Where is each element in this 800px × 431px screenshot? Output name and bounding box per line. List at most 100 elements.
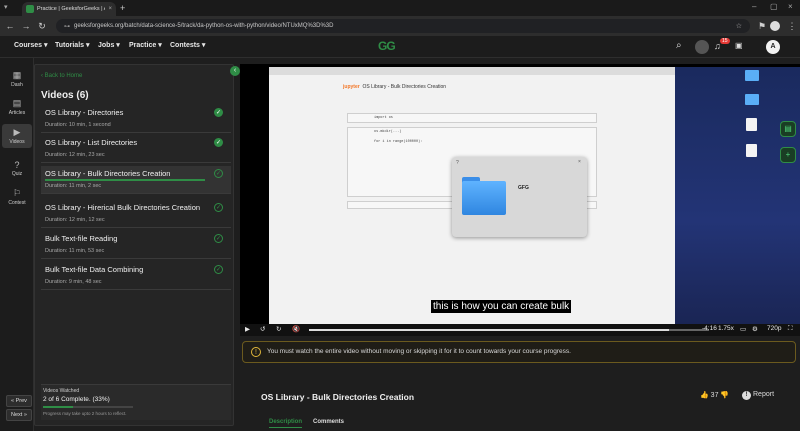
back-arrow-icon[interactable]: ← xyxy=(4,20,16,32)
time-remaining: -4:16 xyxy=(702,325,717,332)
completed-check-icon: ✓ xyxy=(214,108,223,117)
video-item-5[interactable]: Bulk Text-file Reading Duration: 11 min,… xyxy=(41,231,231,259)
minimize-icon[interactable]: – xyxy=(752,2,756,11)
avatar[interactable]: A xyxy=(766,40,780,54)
play-icon[interactable]: ▶ xyxy=(245,325,250,333)
course-video-title: OS Library - Bulk Directories Creation xyxy=(261,392,415,402)
site-header: Courses ▾ Tutorials ▾ Jobs ▾ Practice ▾ … xyxy=(0,36,800,58)
menu-jobs[interactable]: Jobs ▾ xyxy=(98,41,120,49)
new-tab-icon[interactable]: + xyxy=(120,3,125,13)
collapse-panel-icon[interactable]: ‹ xyxy=(230,66,240,76)
video-title: Bulk Text-file Data Combining xyxy=(45,265,144,274)
rail-item-videos[interactable]: ▶ Videos xyxy=(2,124,32,148)
folder-name: GFG xyxy=(518,185,529,191)
browser-tab-title: Practice | GeeksforGeeks | A co xyxy=(37,6,105,12)
extensions-icon[interactable]: ⚑ xyxy=(756,20,768,32)
chat-icon[interactable]: ▤ xyxy=(780,121,796,137)
video-title: Bulk Text-file Reading xyxy=(45,234,118,243)
video-title: OS Library - Bulk Directories Creation xyxy=(45,169,171,178)
dashboard-icon: ▦ xyxy=(12,70,22,80)
rewind-icon[interactable]: ↺ xyxy=(260,325,265,333)
completed-check-icon: ✓ xyxy=(214,138,223,147)
quality-label[interactable]: 720p xyxy=(767,325,781,332)
video-item-1[interactable]: OS Library - Directories Duration: 10 mi… xyxy=(41,105,231,133)
check-icon: ✓ xyxy=(214,169,223,178)
jupyter-header: jupyter OS Library - Bulk Directories Cr… xyxy=(343,84,447,90)
back-to-home-link[interactable]: ‹ Back to Home xyxy=(41,73,82,79)
check-icon: ✓ xyxy=(214,234,223,243)
tab-menu-icon[interactable]: ▾ xyxy=(4,3,8,11)
maximize-icon[interactable]: ▢ xyxy=(770,2,778,11)
left-rail: ▦ Dash ▤ Articles ▶ Videos ? Quiz ⚐ Contest xyxy=(0,58,34,431)
dialog-question-icon: ? xyxy=(456,160,459,166)
video-duration: Duration: 11 min, 53 sec xyxy=(45,248,105,254)
quiz-icon: ? xyxy=(14,160,20,170)
theme-toggle-icon[interactable] xyxy=(695,40,709,54)
playback-speed[interactable]: 1.75x xyxy=(718,325,734,332)
video-item-6[interactable]: Bulk Text-file Data Combining Duration: … xyxy=(41,262,231,290)
watched-progress-bar xyxy=(43,406,133,408)
browser-menu-icon[interactable]: ⋮ xyxy=(786,20,798,32)
video-item-3[interactable]: OS Library - Bulk Directories Creation D… xyxy=(41,166,231,194)
next-button[interactable]: Next » xyxy=(6,409,32,421)
desktop-document-icon xyxy=(746,118,757,131)
menu-contests[interactable]: Contests ▾ xyxy=(170,41,205,49)
video-duration: Duration: 12 min, 12 sec xyxy=(45,217,105,223)
progress-note: Progress may take upto 2 hours to reflec… xyxy=(43,411,127,416)
video-item-2[interactable]: OS Library - List Directories Duration: … xyxy=(41,135,231,163)
notice-text: You must watch the entire video without … xyxy=(267,348,571,355)
video-list-panel: ‹ Back to Home Videos (6) OS Library - D… xyxy=(34,64,234,426)
rail-item-quiz[interactable]: ? Quiz xyxy=(2,160,32,177)
notification-badge: 15 xyxy=(720,38,730,44)
address-bar-row: ← → ↻ ⊶ geeksforgeeks.org/batch/data-sci… xyxy=(0,16,800,36)
thumb-down-icon[interactable]: 👎 xyxy=(720,392,729,399)
prev-button[interactable]: « Prev xyxy=(6,395,32,407)
gfg-favicon-icon xyxy=(26,5,34,13)
forward-arrow-icon[interactable]: → xyxy=(20,20,32,32)
site-info-icon[interactable]: ⊶ xyxy=(64,23,70,30)
rail-item-dash[interactable]: ▦ Dash xyxy=(2,70,32,88)
thumb-up-icon: 👍 xyxy=(700,392,709,399)
browser-tab[interactable]: Practice | GeeksforGeeks | A co × xyxy=(22,2,116,16)
add-note-icon[interactable]: + xyxy=(780,147,796,163)
menu-practice[interactable]: Practice ▾ xyxy=(129,41,162,49)
close-window-icon[interactable]: × xyxy=(788,2,793,11)
tab-comments[interactable]: Comments xyxy=(313,419,344,425)
captions-icon[interactable]: ▭ xyxy=(740,325,746,333)
video-item-4[interactable]: OS Library - Hirerical Bulk Directories … xyxy=(41,200,231,228)
player-controls: ▶ ↺ ↻ 🔇 -4:16 1.75x ▭ ⚙ 720p ⛶ xyxy=(240,324,800,336)
tab-description[interactable]: Description xyxy=(269,419,303,428)
gfg-logo[interactable]: GG xyxy=(378,39,396,53)
menu-tutorials[interactable]: Tutorials ▾ xyxy=(55,41,90,49)
like-button[interactable]: 👍 37 👎 xyxy=(700,391,729,399)
profile-icon[interactable] xyxy=(770,21,780,31)
close-tab-icon[interactable]: × xyxy=(108,6,112,12)
desktop-folder-icon xyxy=(745,94,759,105)
video-progress-bar xyxy=(45,179,205,181)
reload-icon[interactable]: ↻ xyxy=(36,20,48,32)
fullscreen-icon[interactable]: ⛶ xyxy=(788,325,793,333)
check-icon: ✓ xyxy=(214,265,223,274)
cart-icon[interactable]: ▣ xyxy=(735,41,743,50)
video-duration: Duration: 9 min, 48 sec xyxy=(45,279,102,285)
rail-item-articles[interactable]: ▤ Articles xyxy=(2,98,32,116)
video-duration: Duration: 11 min, 2 sec xyxy=(45,183,102,189)
report-button[interactable]: ! Report xyxy=(742,391,774,400)
rail-item-contest[interactable]: ⚐ Contest xyxy=(2,188,32,206)
book-icon: ▤ xyxy=(12,98,22,108)
url-text: geeksforgeeks.org/batch/data-science-5/t… xyxy=(74,23,334,29)
menu-courses[interactable]: Courses ▾ xyxy=(14,41,47,49)
forward-icon[interactable]: ↻ xyxy=(276,325,281,333)
check-icon: ✓ xyxy=(214,203,223,212)
search-icon[interactable]: ⌕ xyxy=(676,40,682,51)
settings-gear-icon[interactable]: ⚙ xyxy=(752,325,758,333)
video-title: OS Library - Directories xyxy=(45,108,124,117)
video-subtitle: this is how you can create bulk xyxy=(431,300,572,313)
seek-bar[interactable] xyxy=(309,329,709,331)
bookmark-star-icon[interactable]: ☆ xyxy=(736,22,742,30)
warning-icon: ! xyxy=(251,347,261,357)
code-line: os.mkdir(...) xyxy=(374,130,402,134)
url-field[interactable]: ⊶ geeksforgeeks.org/batch/data-science-5… xyxy=(56,19,750,33)
volume-icon[interactable]: 🔇 xyxy=(292,325,300,333)
desktop-document-icon xyxy=(746,144,757,157)
